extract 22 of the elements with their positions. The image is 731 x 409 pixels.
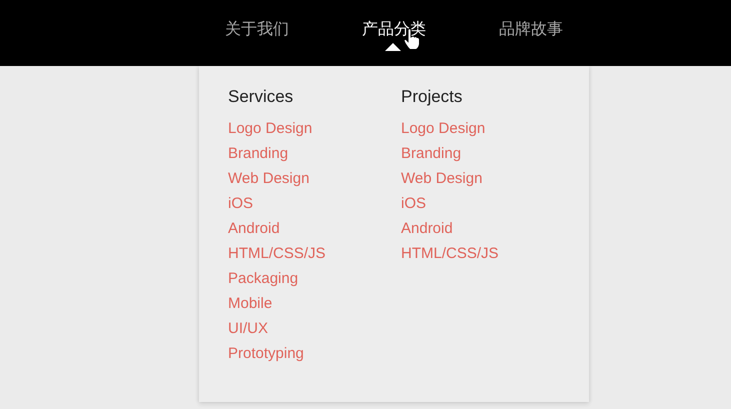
menu-link[interactable]: Packaging (228, 269, 401, 294)
menu-link[interactable]: Logo Design (401, 119, 574, 144)
menu-link[interactable]: UI/UX (228, 319, 401, 344)
menu-link[interactable]: Branding (401, 144, 574, 169)
nav-tab[interactable]: 关于我们 (216, 0, 298, 66)
caret-icon (385, 43, 401, 51)
menu-link[interactable]: iOS (228, 194, 401, 219)
menu-link[interactable]: Android (228, 219, 401, 244)
menu-link[interactable]: Android (401, 219, 574, 244)
menu-link[interactable]: HTML/CSS/JS (228, 244, 401, 269)
column-heading: Projects (401, 86, 464, 108)
menu-link[interactable]: HTML/CSS/JS (401, 244, 574, 269)
menu-link[interactable]: Branding (228, 144, 401, 169)
menu-link[interactable]: Web Design (228, 169, 401, 194)
menu-link[interactable]: Web Design (401, 169, 574, 194)
menu-link[interactable]: iOS (401, 194, 574, 219)
menu-link[interactable]: Mobile (228, 294, 401, 319)
nav-tab[interactable]: 品牌故事 (490, 0, 572, 66)
menu-link[interactable]: Logo Design (228, 119, 401, 144)
menu-link[interactable]: Prototyping (228, 344, 401, 369)
column-heading: Services (228, 86, 294, 108)
nav-tab[interactable]: 产品分类 (353, 0, 435, 66)
